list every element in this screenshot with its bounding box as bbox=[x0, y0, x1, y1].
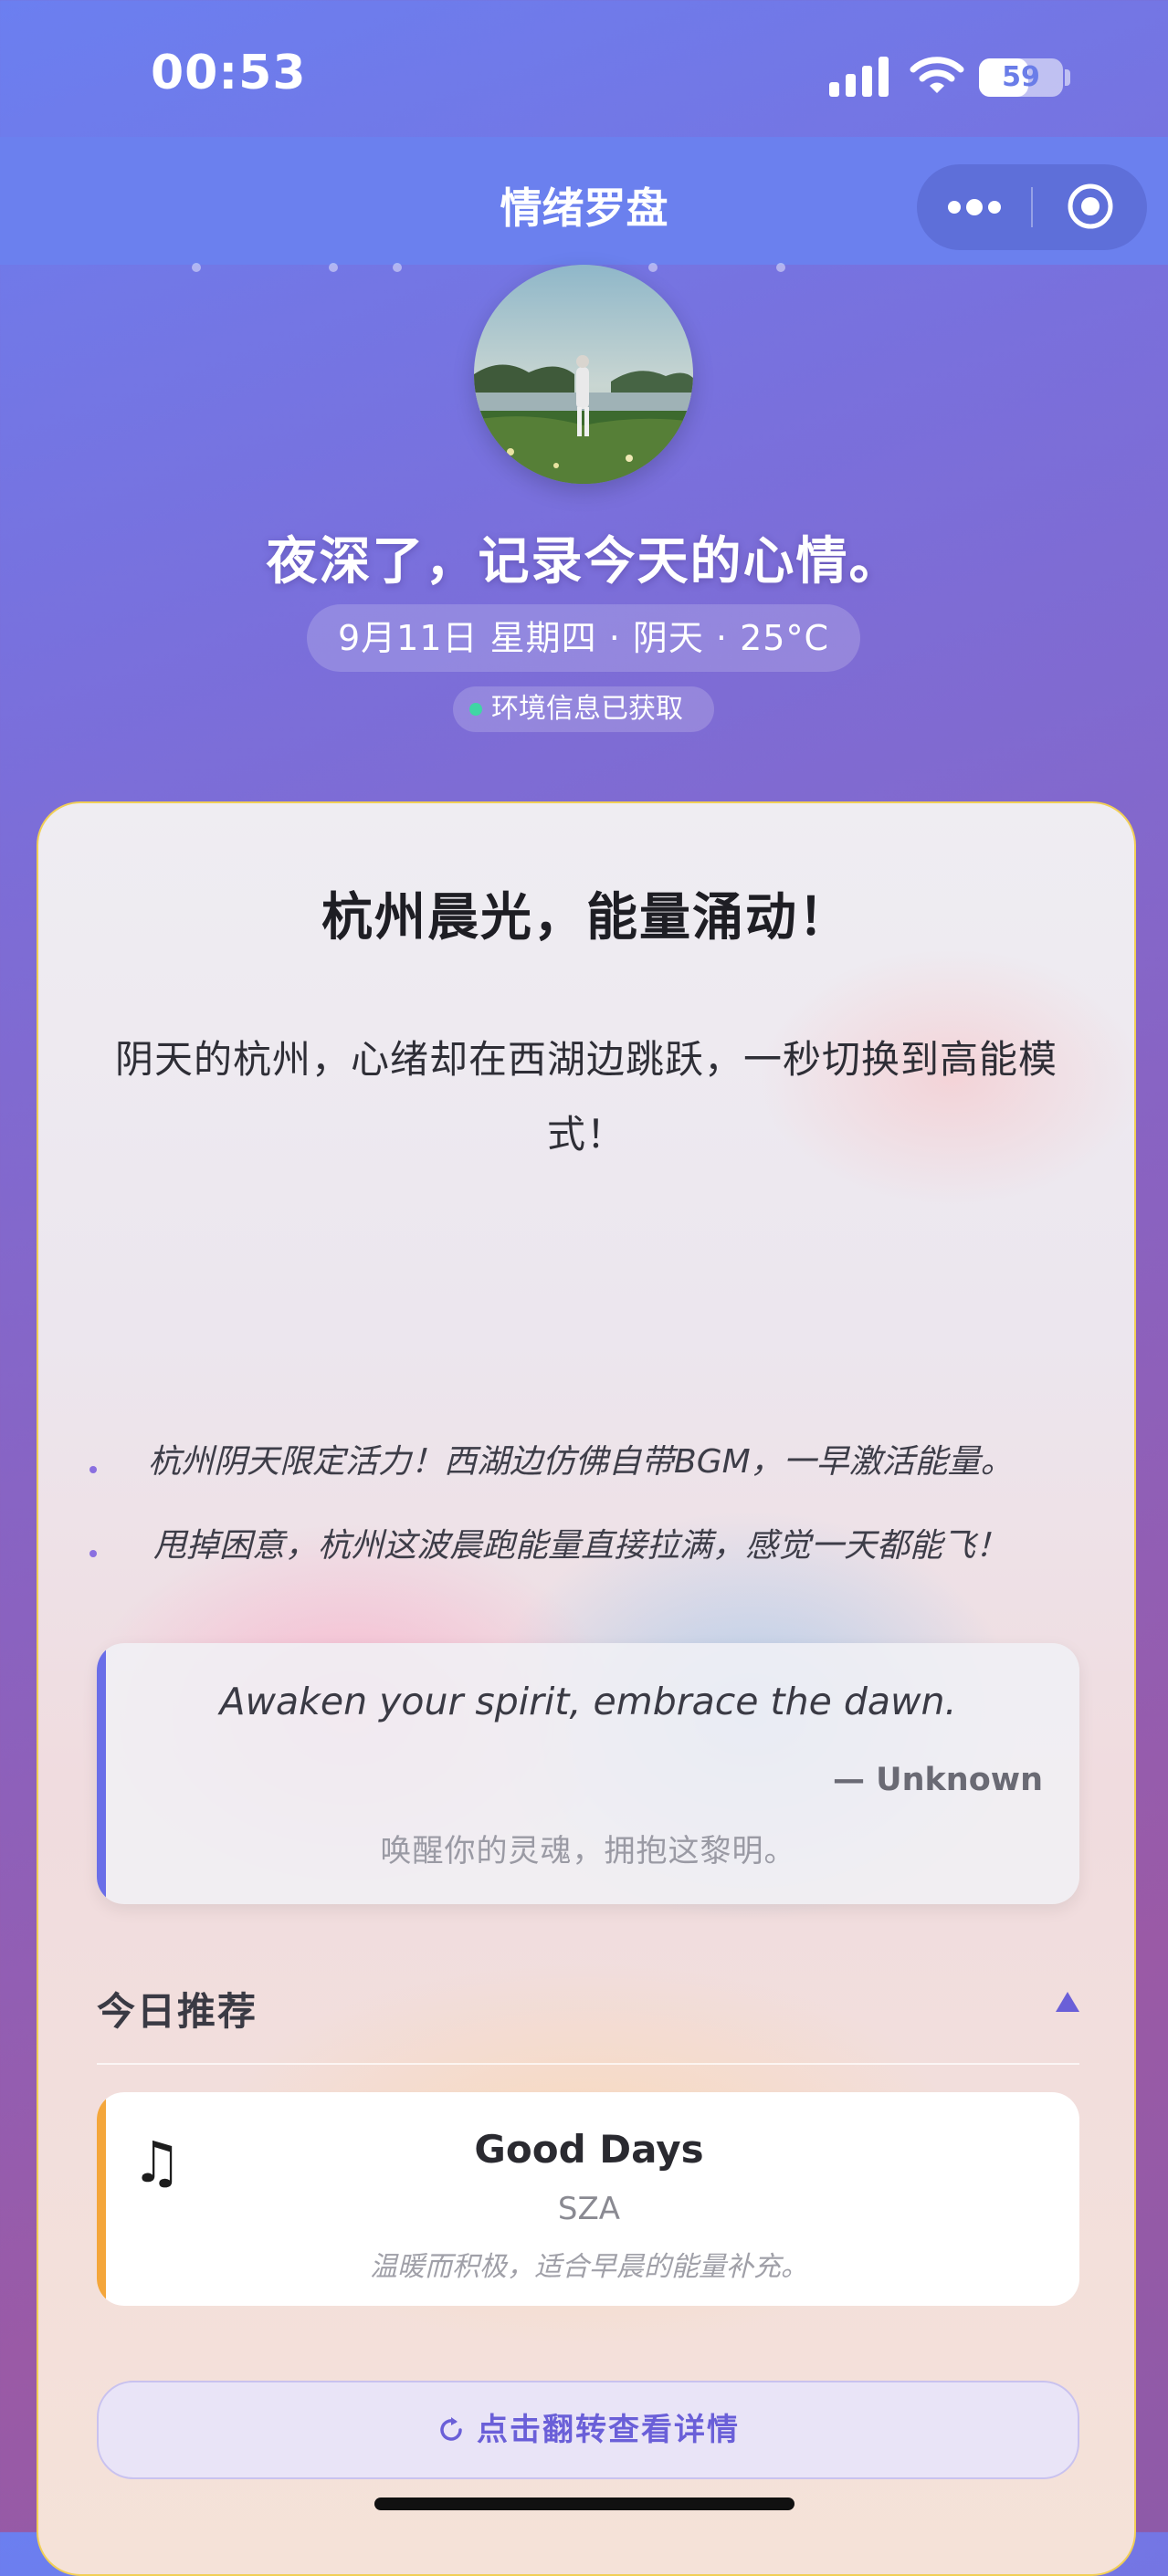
date-weather-pill: 9月11日 星期四 · 阴天 · 25°C bbox=[307, 604, 860, 672]
mood-bullet-1: 杭州阴天限定活力！西湖边仿佛自带BGM，一早激活能量。 bbox=[148, 1443, 1014, 1481]
sparkle-decoration bbox=[648, 263, 658, 272]
section-divider bbox=[97, 2063, 1079, 2065]
wifi-icon bbox=[910, 57, 964, 93]
greeting-heading: 夜深了，记录今天的心情。 bbox=[266, 532, 902, 592]
more-options-icon[interactable] bbox=[946, 195, 1003, 219]
battery-icon: 59 bbox=[979, 58, 1063, 97]
home-indicator[interactable] bbox=[374, 2497, 794, 2510]
refresh-icon bbox=[440, 2417, 462, 2441]
quote-author: — Unknown bbox=[832, 1762, 1043, 1798]
battery-tip bbox=[1065, 69, 1070, 86]
close-miniprogram-icon[interactable] bbox=[1067, 183, 1114, 230]
collapse-triangle-icon[interactable] bbox=[1056, 1992, 1079, 2012]
song-artist: SZA bbox=[557, 2191, 621, 2227]
environment-status-badge: 环境信息已获取 bbox=[453, 686, 714, 732]
mood-bullet-2: 甩掉困意，杭州这波晨跑能量直接拉满，感觉一天都能飞！ bbox=[153, 1527, 1009, 1565]
cellular-signal-icon bbox=[829, 57, 889, 97]
battery-percentage: 59 bbox=[1002, 61, 1040, 93]
flip-card-button[interactable]: 点击翻转查看详情 bbox=[97, 2381, 1079, 2479]
avatar-landscape-image bbox=[474, 265, 693, 484]
avatar[interactable] bbox=[474, 265, 693, 484]
environment-status-label: 环境信息已获取 bbox=[491, 693, 683, 725]
song-note: 温暖而积极，适合早晨的能量补充。 bbox=[370, 2251, 808, 2283]
flip-button-label: 点击翻转查看详情 bbox=[477, 2412, 740, 2448]
quote-text: Awaken your spirit, embrace the dawn. bbox=[219, 1680, 957, 1723]
sparkle-decoration bbox=[329, 263, 338, 272]
mood-card[interactable]: 杭州晨光，能量涌动！ 阴天的杭州，心绪却在西湖边跳跃，一秒切换到高能模式！ 杭州… bbox=[37, 801, 1136, 2576]
sparkle-decoration bbox=[393, 263, 402, 272]
card-title: 杭州晨光，能量涌动！ bbox=[321, 888, 851, 948]
status-dot-icon bbox=[469, 703, 482, 716]
sparkle-decoration bbox=[776, 263, 785, 272]
recommendation-section-title: 今日推荐 bbox=[97, 1989, 258, 2034]
sparkle-decoration bbox=[192, 263, 201, 272]
card-description: 阴天的杭州，心绪却在西湖边跳跃，一秒切换到高能模式！ bbox=[114, 1037, 1058, 1157]
quote-translation: 唤醒你的灵魂，拥抱这黎明。 bbox=[380, 1833, 796, 1869]
song-title: Good Days bbox=[474, 2127, 704, 2172]
capsule-divider bbox=[1031, 187, 1033, 227]
quote-box: Awaken your spirit, embrace the dawn. — … bbox=[97, 1643, 1079, 1904]
status-time: 00:53 bbox=[151, 46, 307, 100]
song-recommendation-card[interactable]: ♫ Good Days SZA 温暖而积极，适合早晨的能量补充。 bbox=[97, 2092, 1079, 2306]
bullet-dot-icon bbox=[89, 1550, 97, 1557]
bullet-dot-icon bbox=[89, 1466, 97, 1473]
